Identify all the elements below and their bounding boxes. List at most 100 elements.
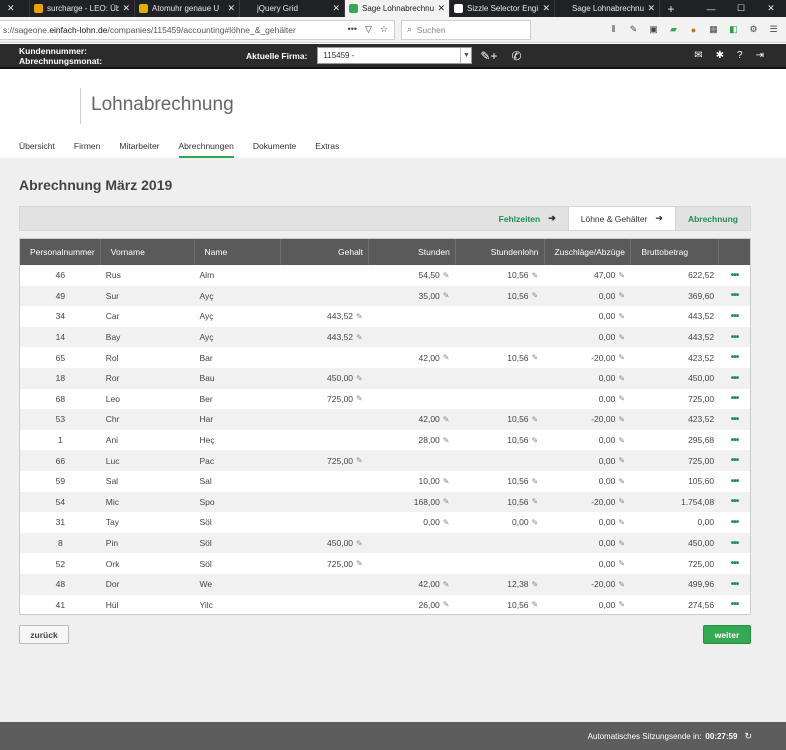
screenshot-icon[interactable]: ▦ [707,23,720,36]
cell-zuschlaege[interactable]: -20,00 ✎ [545,347,632,368]
menu-icon[interactable]: ☰ [767,23,780,36]
more-options-icon[interactable]: ••• [731,373,739,384]
nav-tab-5[interactable]: Extras [315,141,339,158]
more-options-icon[interactable]: ••• [731,476,739,487]
more-options-icon[interactable]: ••• [731,579,739,590]
edit-pencil-icon[interactable]: ✎ [356,374,364,383]
row-actions[interactable]: ••• [719,492,750,513]
more-options-icon[interactable]: ••• [731,352,739,363]
edit-pencil-icon[interactable]: ✎ [443,353,451,362]
edit-pencil-icon[interactable]: ✎ [618,518,626,527]
edit-pencil-icon[interactable]: ✎ [532,477,540,486]
next-button[interactable]: weiter [703,625,751,644]
more-options-icon[interactable]: ••• [731,538,739,549]
more-options-icon[interactable]: ••• [731,311,739,322]
edit-pencil-icon[interactable]: ✎ [618,271,626,280]
browser-tab[interactable]: jQuery Grid ✕ [240,0,345,17]
row-actions[interactable]: ••• [719,286,750,307]
nav-tab-4[interactable]: Dokumente [253,141,296,158]
nav-tab-2[interactable]: Mitarbeiter [119,141,159,158]
edit-pencil-icon[interactable]: ✎ [532,580,540,589]
column-header[interactable]: Name [195,239,282,265]
edit-pencil-icon[interactable]: ✎ [618,353,626,362]
close-tab-icon[interactable]: ✕ [437,3,445,14]
row-actions[interactable]: ••• [719,389,750,410]
row-actions[interactable]: ••• [719,512,750,533]
row-actions[interactable]: ••• [719,553,750,574]
edit-pencil-icon[interactable]: ✎ [532,497,540,506]
settings-icon[interactable]: ⚙ [747,23,760,36]
cell-stunden[interactable]: 26,00 ✎ [369,595,456,615]
column-header[interactable]: Stundenlohn [456,239,545,265]
edit-pencil-icon[interactable]: ✎ [532,291,540,300]
edit-pencil-icon[interactable]: ✎ [443,518,451,527]
edit-pencil-icon[interactable]: ✎ [618,456,626,465]
more-options-icon[interactable]: ••• [731,435,739,446]
cell-zuschlaege[interactable]: -20,00 ✎ [545,492,632,513]
close-tab-icon[interactable]: ✕ [122,3,130,14]
cell-zuschlaege[interactable]: 0,00 ✎ [545,595,632,615]
phone-icon[interactable]: ✆ [511,49,521,63]
mail-icon[interactable]: ✉ [694,50,702,61]
close-tab-icon[interactable]: ✕ [542,3,550,14]
column-header[interactable]: Gehalt [281,239,370,265]
cell-gehalt[interactable]: 450,00 ✎ [281,533,369,554]
cell-zuschlaege[interactable]: 47,00 ✎ [545,265,632,286]
cell-stunden[interactable]: 35,00 ✎ [369,286,456,307]
edit-pencil-icon[interactable]: ✎ [443,580,451,589]
logout-icon[interactable]: ⇥ [756,50,764,61]
help-icon[interactable]: ? [737,50,743,61]
cell-stundenlohn[interactable]: 10,56 ✎ [456,471,545,492]
edit-pencil-icon[interactable]: ✎ [532,436,540,445]
cell-zuschlaege[interactable]: 0,00 ✎ [545,327,632,348]
cell-stundenlohn[interactable]: 10,56 ✎ [456,595,545,615]
edit-pencil-icon[interactable]: ✎ [443,291,451,300]
cell-zuschlaege[interactable]: 0,00 ✎ [545,533,632,554]
edit-pencil-icon[interactable]: ✎ [618,415,626,424]
row-actions[interactable]: ••• [719,533,750,554]
page-actions-icon[interactable]: ••• [348,24,357,35]
row-actions[interactable]: ••• [719,368,750,389]
row-actions[interactable]: ••• [719,430,750,451]
cell-gehalt[interactable]: 725,00 ✎ [281,450,369,471]
edit-pencil-icon[interactable]: ✎ [443,271,451,280]
browser-tab[interactable]: surcharge - LEO: Üb ✕ [30,0,135,17]
column-header[interactable]: Personalnummer [20,239,101,265]
nav-tab-0[interactable]: Übersicht [19,141,55,158]
cell-gehalt[interactable]: 443,52 ✎ [281,306,369,327]
eyedropper-icon[interactable]: ✎ [627,23,640,36]
cell-zuschlaege[interactable]: 0,00 ✎ [545,306,632,327]
edit-pencil-icon[interactable]: ✎ [618,333,626,342]
edit-pencil-icon[interactable]: ✎ [618,539,626,548]
more-options-icon[interactable]: ••• [731,496,739,507]
more-options-icon[interactable]: ••• [731,558,739,569]
more-options-icon[interactable]: ••• [731,414,739,425]
sidebar-icon[interactable]: ▣ [647,23,660,36]
edit-pencil-icon[interactable]: ✎ [443,436,451,445]
row-actions[interactable]: ••• [719,595,750,615]
cell-gehalt[interactable]: 725,00 ✎ [281,389,369,410]
browser-tab[interactable]: Atomuhr genaue U ✕ [135,0,240,17]
edit-pencil-icon[interactable]: ✎ [618,559,626,568]
more-options-icon[interactable]: ••• [731,290,739,301]
browser-tab[interactable]: ✕ [0,0,30,17]
row-actions[interactable]: ••• [719,471,750,492]
cell-stundenlohn[interactable]: 10,56 ✎ [456,265,545,286]
more-options-icon[interactable]: ••• [731,599,739,610]
cell-zuschlaege[interactable]: 0,00 ✎ [545,471,632,492]
edit-pencil-icon[interactable]: ✎ [618,436,626,445]
close-tab-icon[interactable]: ✕ [7,3,15,14]
cell-zuschlaege[interactable]: 0,00 ✎ [545,286,632,307]
edit-pencil-icon[interactable]: ✎ [618,312,626,321]
cookie-icon[interactable]: ● [687,23,700,36]
new-tab-button[interactable]: + [660,0,682,17]
row-actions[interactable]: ••• [719,347,750,368]
edit-pencil-icon[interactable]: ✎ [532,353,540,362]
more-options-icon[interactable]: ••• [731,270,739,281]
wizard-step[interactable]: Fehlzeiten ➔ [487,207,568,230]
close-tab-icon[interactable]: ✕ [647,3,655,14]
edit-pencil-icon[interactable]: ✎ [356,394,364,403]
cell-gehalt[interactable]: 725,00 ✎ [281,553,369,574]
cell-stundenlohn[interactable]: 10,56 ✎ [456,430,545,451]
cell-stundenlohn[interactable]: 10,56 ✎ [456,409,545,430]
